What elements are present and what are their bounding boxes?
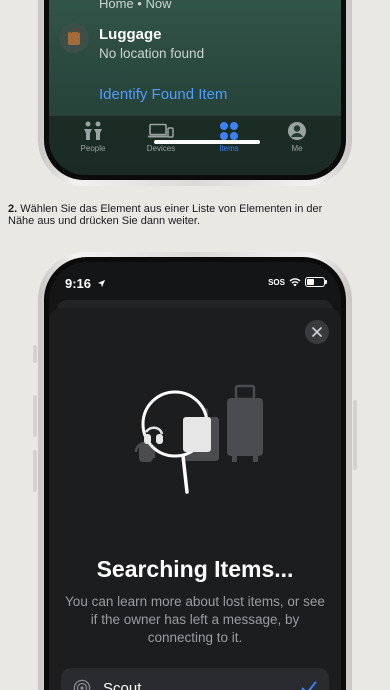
- volume-down-button: [33, 450, 37, 492]
- power-button: [353, 400, 357, 470]
- bottom-phone-bezel: 9:16 SOS Searching Items... You can lear…: [44, 257, 346, 690]
- close-icon: [312, 327, 322, 337]
- people-icon: [81, 120, 105, 142]
- tab-items[interactable]: Items: [199, 120, 259, 175]
- searching-description: You can learn more about lost items, or …: [65, 594, 325, 645]
- status-time: 9:16: [65, 276, 106, 291]
- radar-icon: [73, 679, 91, 690]
- home-indicator: [154, 140, 260, 144]
- list-item-scout[interactable]: Scout: [61, 668, 329, 690]
- instruction-text: 2. Wählen Sie das Element aus einer List…: [8, 203, 348, 227]
- top-phone-screen: Home • Now Luggage No location found Ide…: [49, 0, 341, 175]
- previous-item-subtitle: Home • Now: [99, 0, 172, 11]
- tab-label-people: People: [80, 144, 106, 153]
- bottom-phone-screen: 9:16 SOS Searching Items... You can lear…: [49, 262, 341, 690]
- top-phone-bezel: Home • Now Luggage No location found Ide…: [44, 0, 346, 180]
- step-description: Wählen Sie das Element aus einer Liste v…: [8, 203, 323, 227]
- tab-bar: People Devices Items Me: [49, 115, 341, 175]
- tab-label-items: Items: [219, 144, 239, 153]
- devices-icon: [148, 120, 174, 142]
- sos-indicator: SOS: [268, 277, 285, 287]
- tab-people[interactable]: People: [63, 120, 123, 175]
- status-bar: 9:16 SOS: [49, 262, 341, 302]
- items-icon: [219, 120, 239, 142]
- tab-label-me: Me: [291, 144, 303, 153]
- bottom-phone-frame: 9:16 SOS Searching Items... You can lear…: [38, 252, 352, 690]
- status-indicators: SOS: [268, 277, 327, 287]
- mute-switch: [33, 345, 37, 363]
- checkmark-icon: [301, 681, 317, 690]
- wifi-icon: [289, 278, 301, 287]
- searching-title: Searching Items...: [96, 556, 294, 582]
- luggage-icon: [59, 23, 89, 53]
- tab-label-devices: Devices: [146, 144, 176, 153]
- identify-found-item-link[interactable]: Identify Found Item: [99, 86, 227, 103]
- tab-devices[interactable]: Devices: [131, 120, 191, 175]
- location-arrow-icon: [97, 279, 105, 288]
- me-icon: [287, 120, 307, 142]
- item-name: Scout: [103, 679, 142, 690]
- top-phone-frame: Home • Now Luggage No location found Ide…: [38, 0, 352, 186]
- step-number: 2.: [8, 203, 18, 215]
- tab-me[interactable]: Me: [267, 120, 327, 175]
- item-title[interactable]: Luggage: [99, 26, 162, 43]
- searching-items-illustration: [134, 384, 263, 494]
- close-button[interactable]: [305, 320, 329, 344]
- battery-icon: [305, 277, 327, 287]
- volume-up-button: [33, 395, 37, 437]
- search-sheet: Searching Items... You can learn more ab…: [49, 308, 341, 690]
- item-subtitle: No location found: [99, 46, 205, 61]
